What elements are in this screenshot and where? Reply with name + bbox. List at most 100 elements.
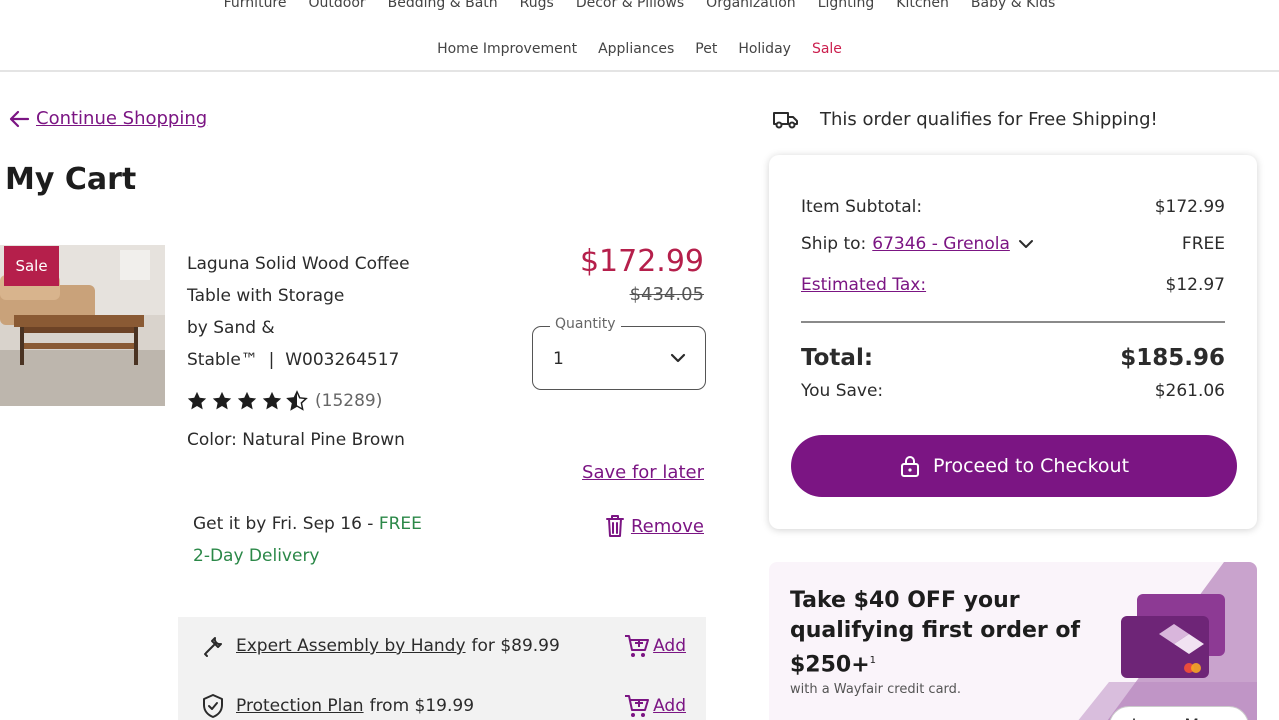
continue-shopping-label: Continue Shopping bbox=[36, 108, 208, 129]
cart-plus-icon bbox=[625, 635, 650, 657]
product-brand-suffix: Stable™ bbox=[187, 350, 258, 370]
total-value: $185.96 bbox=[1120, 345, 1225, 371]
product-color: Color: Natural Pine Brown bbox=[187, 430, 405, 450]
subtotal-row: Item Subtotal: $172.99 bbox=[801, 197, 1225, 217]
add-label: Add bbox=[653, 696, 686, 716]
shield-check-icon bbox=[203, 694, 223, 718]
nav-item-sale[interactable]: Sale bbox=[812, 41, 842, 57]
product-title-line: Stable™ | W003264517 bbox=[187, 350, 400, 370]
truck-icon bbox=[773, 112, 798, 129]
nav-item-baby-kids[interactable]: Baby & Kids bbox=[971, 0, 1055, 11]
lock-icon bbox=[900, 456, 919, 477]
nav-item-home-improvement[interactable]: Home Improvement bbox=[437, 41, 577, 57]
continue-shopping-link[interactable]: Continue Shopping bbox=[8, 108, 207, 129]
remove-item-button[interactable]: Remove bbox=[604, 513, 704, 539]
protection-plan-price: from $19.99 bbox=[369, 696, 475, 716]
rating-count: (15289) bbox=[315, 391, 383, 411]
nav-item-lighting[interactable]: Lighting bbox=[818, 0, 875, 11]
save-for-later-link[interactable]: Save for later bbox=[582, 462, 704, 483]
subtotal-value: $172.99 bbox=[1154, 197, 1225, 217]
assembly-link[interactable]: Expert Assembly by Handy bbox=[236, 636, 466, 656]
nav-item-outdoor[interactable]: Outdoor bbox=[309, 0, 366, 11]
promo-title-line: $250+1 bbox=[790, 646, 1100, 680]
promo-footnote-marker: 1 bbox=[869, 655, 877, 666]
product-title-line: Laguna Solid Wood Coffee bbox=[187, 254, 410, 274]
nav-item-furniture[interactable]: Furniture bbox=[224, 0, 287, 11]
nav-item-organization[interactable]: Organization bbox=[706, 0, 796, 11]
star-full-icon bbox=[237, 391, 257, 410]
nav-item-holiday[interactable]: Holiday bbox=[738, 41, 791, 57]
nav-divider bbox=[0, 70, 1279, 72]
sale-price: $172.99 bbox=[579, 244, 704, 279]
estimated-tax-link[interactable]: Estimated Tax: bbox=[801, 275, 926, 295]
star-full-icon bbox=[212, 391, 232, 410]
quantity-select[interactable]: Quantity 1 bbox=[532, 316, 706, 390]
proceed-to-checkout-button[interactable]: Proceed to Checkout bbox=[791, 435, 1237, 497]
order-summary: Item Subtotal: $172.99 Ship to: 67346 - … bbox=[769, 155, 1257, 529]
tax-row: Estimated Tax: $12.97 bbox=[801, 275, 1225, 295]
quantity-value: 1 bbox=[553, 349, 564, 369]
star-full-icon bbox=[187, 391, 207, 410]
tax-value: $12.97 bbox=[1165, 275, 1225, 295]
ship-to-row: Ship to: 67346 - Grenola FREE bbox=[801, 234, 1225, 254]
star-half-icon bbox=[286, 390, 308, 411]
free-shipping-banner: This order qualifies for Free Shipping! bbox=[772, 108, 1158, 130]
sale-badge: Sale bbox=[4, 246, 59, 286]
trash-icon bbox=[605, 515, 624, 537]
top-nav-row-1: Furniture Outdoor Bedding & Bath Rugs De… bbox=[0, 0, 1279, 11]
delivery-line-2: 2-Day Delivery bbox=[193, 546, 320, 566]
total-row: Total: $185.96 bbox=[801, 345, 1225, 371]
promo-title-line: Take $40 OFF your bbox=[790, 588, 1020, 613]
summary-divider bbox=[801, 321, 1225, 323]
nav-item-bedding-bath[interactable]: Bedding & Bath bbox=[388, 0, 498, 11]
top-nav-row-2: Home Improvement Appliances Pet Holiday … bbox=[0, 41, 1279, 57]
service-row-protection: Protection Plan from $19.99 Add bbox=[200, 693, 686, 719]
credit-card-promo[interactable]: Take $40 OFF your qualifying first order… bbox=[769, 562, 1257, 720]
chevron-down-icon[interactable] bbox=[1018, 238, 1034, 250]
delivery-free: FREE bbox=[378, 514, 422, 534]
delivery-date: Get it by Fri. Sep 16 - bbox=[193, 514, 379, 534]
you-save-value: $261.06 bbox=[1154, 381, 1225, 401]
cart-plus-icon bbox=[625, 695, 650, 717]
total-label: Total: bbox=[801, 345, 874, 371]
shipping-value: FREE bbox=[1181, 234, 1225, 254]
nav-item-decor-pillows[interactable]: Decor & Pillows bbox=[576, 0, 684, 11]
add-label: Add bbox=[653, 636, 686, 656]
nav-item-rugs[interactable]: Rugs bbox=[520, 0, 554, 11]
original-price: $434.05 bbox=[629, 284, 704, 305]
add-protection-button[interactable]: Add bbox=[623, 693, 686, 719]
service-row-assembly: Expert Assembly by Handy for $89.99 Add bbox=[200, 633, 686, 659]
nav-item-appliances[interactable]: Appliances bbox=[598, 41, 674, 57]
star-full-icon bbox=[262, 391, 282, 410]
product-title-line: by Sand & bbox=[187, 318, 275, 338]
ship-to-group: Ship to: 67346 - Grenola bbox=[801, 234, 1034, 254]
you-save-row: You Save: $261.06 bbox=[801, 381, 1225, 401]
subtotal-label: Item Subtotal: bbox=[801, 197, 923, 217]
nav-item-pet[interactable]: Pet bbox=[695, 41, 717, 57]
ship-to-zip-link[interactable]: 67346 - Grenola bbox=[872, 234, 1010, 254]
you-save-label: You Save: bbox=[801, 381, 884, 401]
product-rating[interactable]: (15289) bbox=[186, 390, 382, 412]
protection-plan-link[interactable]: Protection Plan bbox=[236, 696, 364, 716]
promo-title-line: qualifying first order of bbox=[790, 618, 1081, 643]
promo-title: Take $40 OFF your qualifying first order… bbox=[790, 586, 1100, 680]
product-title-line: Table with Storage bbox=[187, 286, 345, 306]
product-title[interactable]: Laguna Solid Wood Coffee Table with Stor… bbox=[187, 248, 487, 376]
arrow-left-icon bbox=[9, 110, 30, 127]
wrench-icon bbox=[204, 637, 222, 657]
promo-subtitle: with a Wayfair credit card. bbox=[790, 682, 962, 697]
assembly-price: for $89.99 bbox=[471, 636, 560, 656]
delivery-line-1: Get it by Fri. Sep 16 - FREE bbox=[193, 508, 483, 540]
page-title: My Cart bbox=[5, 162, 137, 197]
service-addons: Expert Assembly by Handy for $89.99 Add … bbox=[178, 617, 706, 720]
free-shipping-text: This order qualifies for Free Shipping! bbox=[820, 108, 1158, 130]
learn-more-button[interactable]: Learn More bbox=[1109, 706, 1249, 720]
ship-to-label: Ship to: bbox=[801, 234, 867, 254]
credit-card-image bbox=[1121, 594, 1225, 678]
nav-item-kitchen[interactable]: Kitchen bbox=[896, 0, 949, 11]
product-sku: W003264517 bbox=[285, 350, 400, 370]
add-assembly-button[interactable]: Add bbox=[623, 633, 686, 659]
checkout-label: Proceed to Checkout bbox=[932, 455, 1130, 477]
quantity-label: Quantity bbox=[550, 316, 621, 332]
delivery-estimate: Get it by Fri. Sep 16 - FREE 2-Day Deliv… bbox=[193, 508, 483, 572]
